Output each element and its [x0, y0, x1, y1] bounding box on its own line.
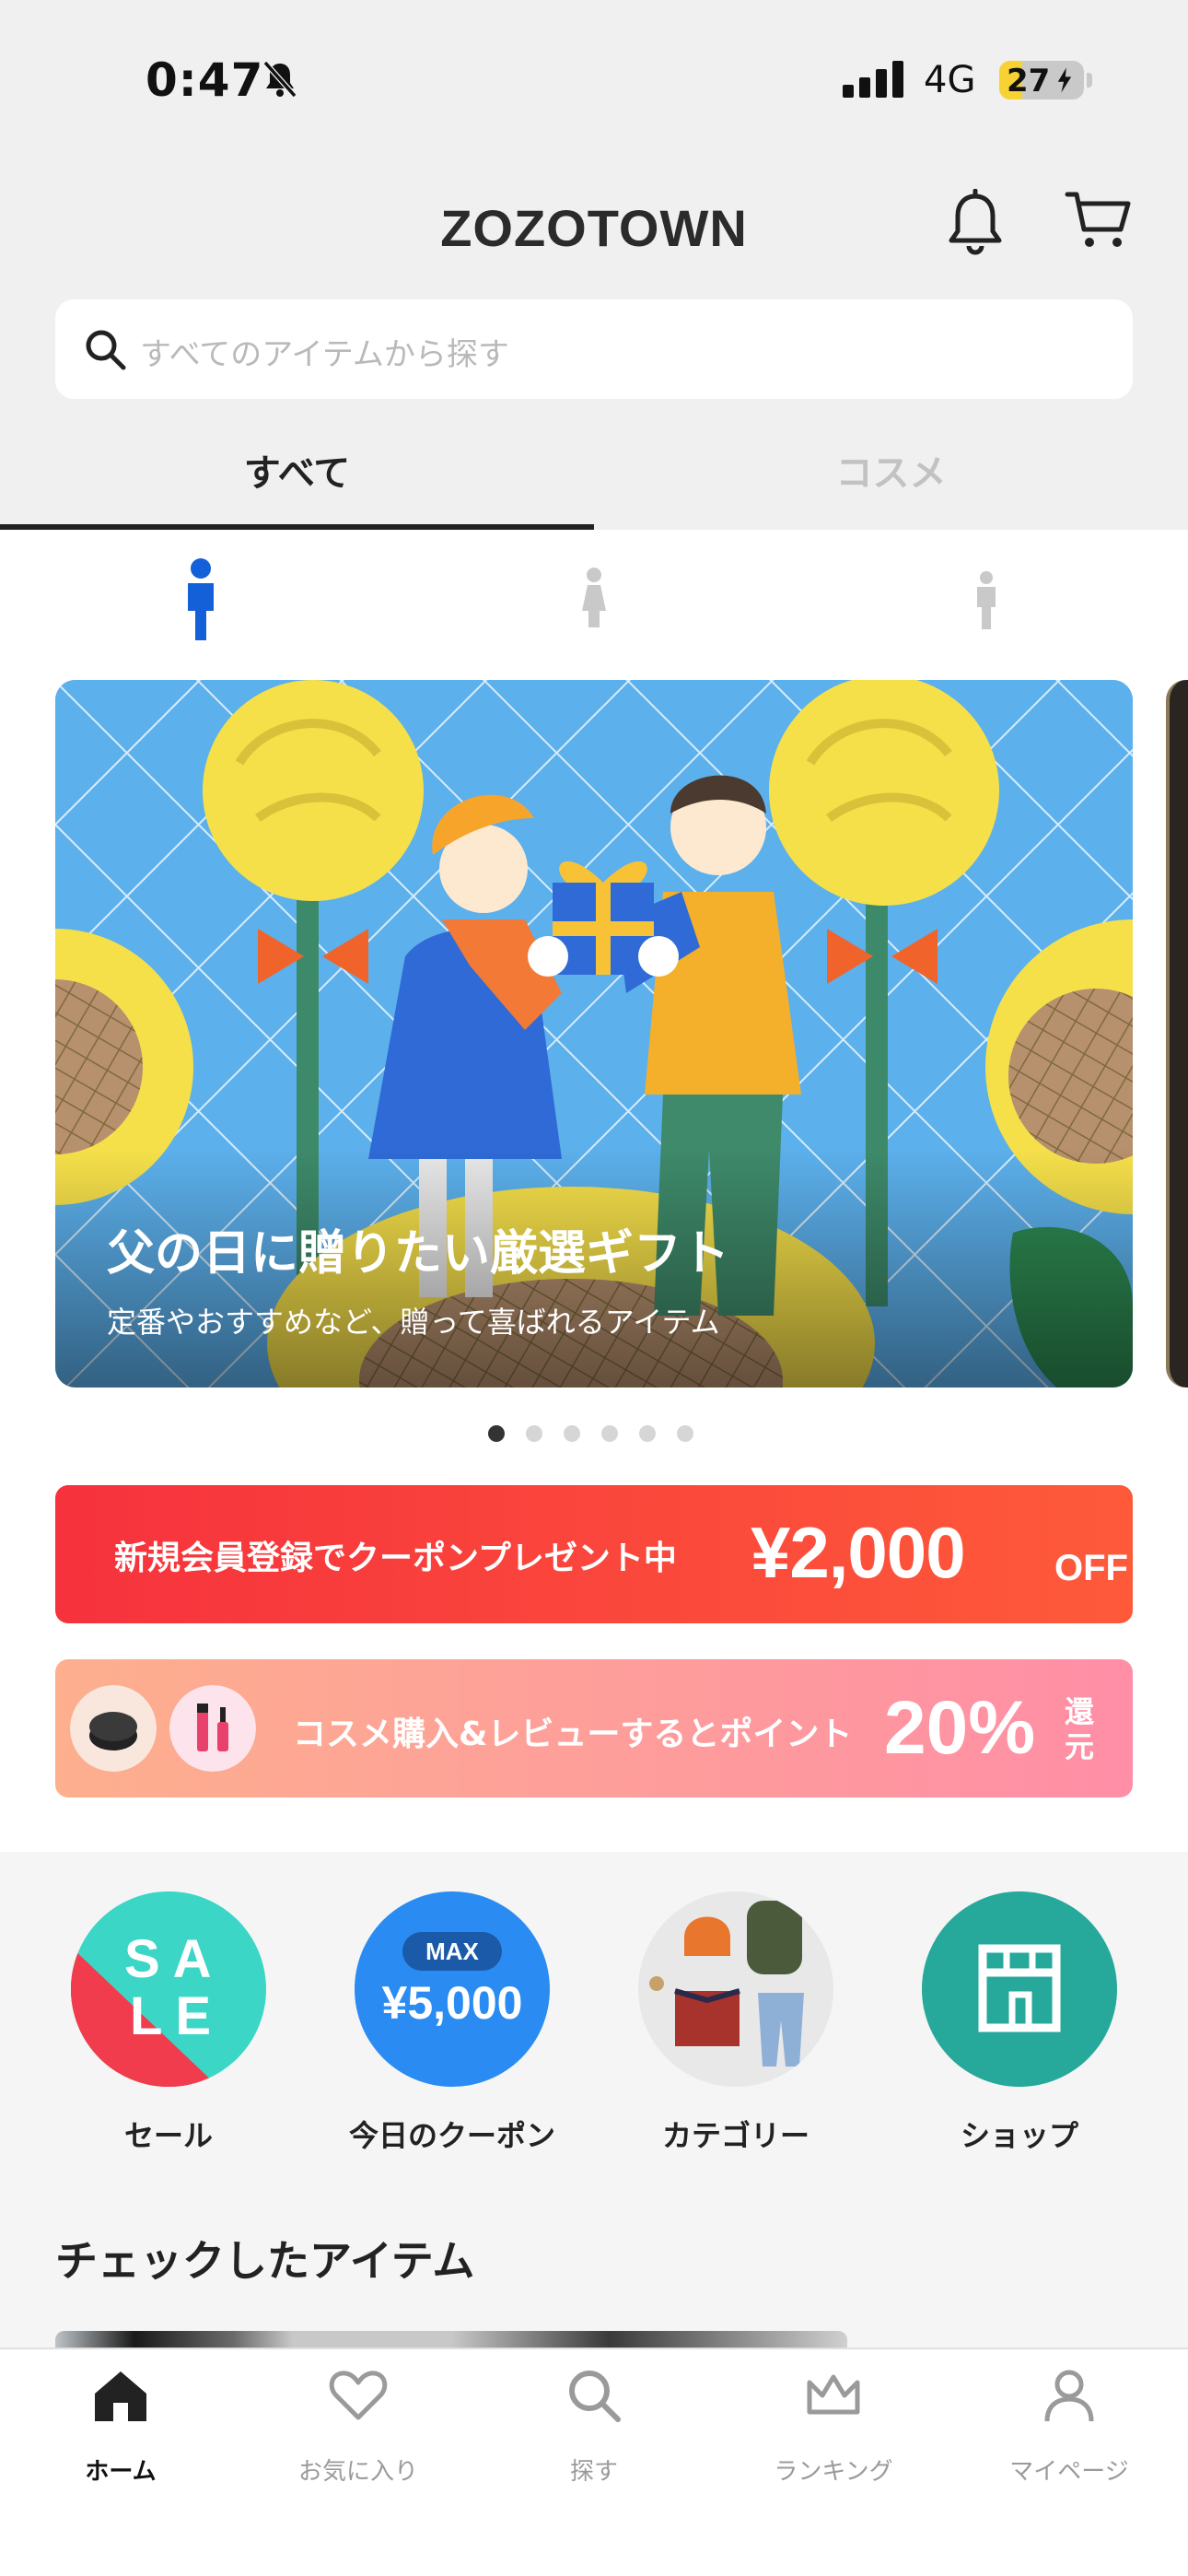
heart-icon — [329, 2371, 388, 2420]
slide-subtitle: 定番やおすすめなど、贈って喜ばれるアイテム — [107, 1305, 720, 1340]
quick-link-category-label: カテゴリー — [661, 2118, 809, 2153]
network-label: 4G — [924, 59, 976, 101]
coupon-badge: MAX ¥5,000 — [355, 1891, 550, 2087]
next-slide-peek[interactable] — [1166, 680, 1188, 1388]
nav-mypage-label: マイページ — [1009, 2458, 1129, 2486]
storefront-icon — [978, 1944, 1061, 2032]
gender-filter — [0, 530, 1188, 668]
slide-title: 父の日に贈りたい厳選ギフト — [107, 1226, 730, 1282]
quick-link-shop-label: ショップ — [960, 2118, 1078, 2153]
category-tabs: すべて コスメ — [0, 421, 1188, 530]
status-bar: 0:47 4G 27 — [0, 0, 1188, 152]
battery-indicator: 27 — [999, 61, 1084, 100]
nav-favorites-label: お気に入り — [297, 2458, 418, 2486]
app-header: ZOZOTOWN すべてのアイテムから探す すべて コスメ — [0, 152, 1188, 530]
search-placeholder: すべてのアイテムから探す — [140, 336, 509, 373]
banner-carousel: 父の日に贈りたい厳選ギフト 定番やおすすめなど、贈って喜ばれるアイテム — [0, 668, 1188, 1460]
quick-link-coupon[interactable]: MAX ¥5,000 今日のクーポン — [337, 1891, 567, 2153]
nav-search[interactable]: 探す — [475, 2366, 713, 2504]
nav-ranking-label: ランキング — [774, 2458, 893, 2486]
sale-badge-letters-top: SA — [124, 1929, 225, 1989]
checked-item-thumb[interactable] — [55, 2331, 451, 2348]
sale-badge: SA LE — [71, 1891, 266, 2087]
quick-link-shop[interactable]: ショップ — [904, 1891, 1135, 2153]
quick-link-sale[interactable]: SA LE セール — [53, 1891, 284, 2153]
promo-banners: 新規会員登録でクーポンプレゼント中 ¥2,000 OFF コスメ購入&レビューす… — [0, 1460, 1188, 1852]
shop-badge — [922, 1891, 1117, 2087]
coupon-banner-text: 新規会員登録でクーポンプレゼント中 — [114, 1540, 677, 1577]
app-logo: ZOZOTOWN — [440, 199, 748, 257]
quick-link-coupon-label: 今日のクーポン — [348, 2118, 555, 2153]
charging-bolt-icon — [1057, 67, 1072, 93]
category-badge — [638, 1891, 833, 2087]
checked-items-list[interactable] — [55, 2331, 847, 2348]
men-icon[interactable] — [182, 557, 219, 640]
crown-icon — [807, 2374, 860, 2415]
quick-link-sale-label: セール — [123, 2118, 213, 2153]
search-icon — [86, 330, 126, 370]
battery-cap — [1087, 73, 1092, 88]
cosme-review-banner[interactable]: コスメ購入&レビューするとポイント 20% 還元 — [55, 1659, 1133, 1797]
status-time: 0:47 — [146, 53, 264, 107]
tab-cosme[interactable]: コスメ — [594, 421, 1188, 530]
home-icon — [95, 2371, 146, 2421]
carousel-dot[interactable] — [488, 1425, 505, 1442]
carousel-dot[interactable] — [677, 1425, 693, 1442]
checked-item-thumb[interactable] — [451, 2331, 847, 2348]
signup-coupon-banner[interactable]: 新規会員登録でクーポンプレゼント中 ¥2,000 OFF — [55, 1485, 1133, 1623]
carousel-slide[interactable]: 父の日に贈りたい厳選ギフト 定番やおすすめなど、贈って喜ばれるアイテム — [55, 680, 1133, 1388]
nav-favorites[interactable]: お気に入り — [239, 2366, 477, 2504]
kids-icon[interactable] — [974, 570, 998, 629]
nav-mypage[interactable]: マイページ — [950, 2366, 1188, 2504]
notification-bell-icon[interactable] — [944, 189, 1007, 259]
carousel-pagination — [488, 1425, 709, 1444]
tab-all[interactable]: すべて — [0, 421, 594, 530]
nav-ranking[interactable]: ランキング — [715, 2366, 952, 2504]
lip-gloss-icon — [169, 1685, 256, 1772]
cart-icon[interactable] — [1064, 189, 1134, 253]
coupon-banner-suffix: OFF — [1054, 1548, 1128, 1588]
cosme-banner-suffix: 還元 — [1065, 1694, 1095, 1764]
carousel-dot[interactable] — [639, 1425, 656, 1442]
carousel-dot[interactable] — [564, 1425, 580, 1442]
nav-home-label: ホーム — [85, 2458, 157, 2486]
cosme-banner-percent: 20% — [884, 1686, 1036, 1770]
bell-off-icon — [262, 61, 297, 98]
nav-search-label: 探す — [569, 2458, 618, 2486]
nav-home[interactable]: ホーム — [2, 2366, 239, 2504]
coupon-badge-max: MAX — [402, 1932, 502, 1971]
clothing-collage-icon — [649, 1901, 804, 2067]
women-icon[interactable] — [580, 567, 608, 631]
person-icon — [1044, 2370, 1094, 2422]
carousel-dot[interactable] — [526, 1425, 542, 1442]
quick-links: SA LE セール MAX ¥5,000 今日のクーポン カテゴリー ショップ … — [0, 1852, 1188, 2348]
coupon-banner-amount: ¥2,000 — [751, 1512, 966, 1593]
sale-badge-letters-bottom: LE — [130, 1986, 225, 2046]
search-icon — [569, 2371, 621, 2422]
search-input[interactable]: すべてのアイテムから探す — [55, 299, 1133, 399]
bottom-navigation: ホーム お気に入り 探す ランキング マイページ — [0, 2348, 1188, 2576]
signal-icon — [843, 61, 903, 98]
carousel-dot[interactable] — [601, 1425, 618, 1442]
coupon-badge-amount: ¥5,000 — [381, 1977, 523, 2029]
checked-items-title: チェックしたアイテム — [55, 2236, 475, 2286]
cosme-banner-text: コスメ購入&レビューするとポイント — [293, 1715, 853, 1753]
battery-level: 27 — [1007, 63, 1051, 100]
quick-link-category[interactable]: カテゴリー — [621, 1891, 851, 2153]
cushion-compact-icon — [70, 1685, 157, 1772]
